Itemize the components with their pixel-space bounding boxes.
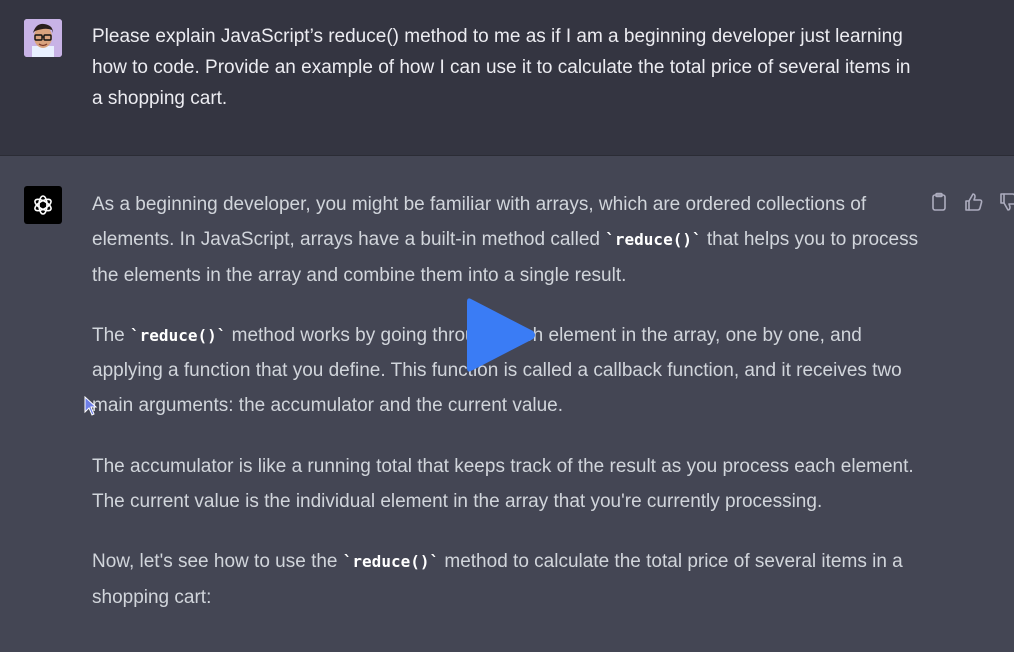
assistant-message-content: As a beginning developer, you might be f… [92, 187, 922, 640]
user-message-text: Please explain JavaScript’s reduce() met… [92, 26, 911, 109]
user-message: Please explain JavaScript’s reduce() met… [0, 0, 1014, 156]
openai-logo-icon [24, 186, 62, 224]
paragraph-4-text-a: Now, let's see how to use the [92, 551, 343, 573]
message-actions [928, 191, 1014, 213]
user-avatar [24, 19, 62, 57]
clipboard-icon[interactable] [928, 191, 950, 213]
paragraph-4: Now, let's see how to use the `reduce()`… [92, 544, 922, 615]
thumbs-up-icon[interactable] [963, 191, 985, 213]
play-icon[interactable] [463, 293, 539, 377]
inline-code: `reduce()` [342, 552, 440, 572]
paragraph-3: The accumulator is like a running total … [92, 455, 914, 513]
inline-code: `reduce()` [130, 325, 227, 345]
paragraph-1: As a beginning developer, you might be f… [92, 187, 922, 293]
mouse-cursor-icon [84, 395, 98, 416]
assistant-message: As a beginning developer, you might be f… [0, 157, 1014, 652]
thumbs-down-icon[interactable] [998, 191, 1014, 213]
paragraph-2-text-a: The [92, 324, 131, 346]
inline-code: `reduce()` [605, 230, 702, 250]
